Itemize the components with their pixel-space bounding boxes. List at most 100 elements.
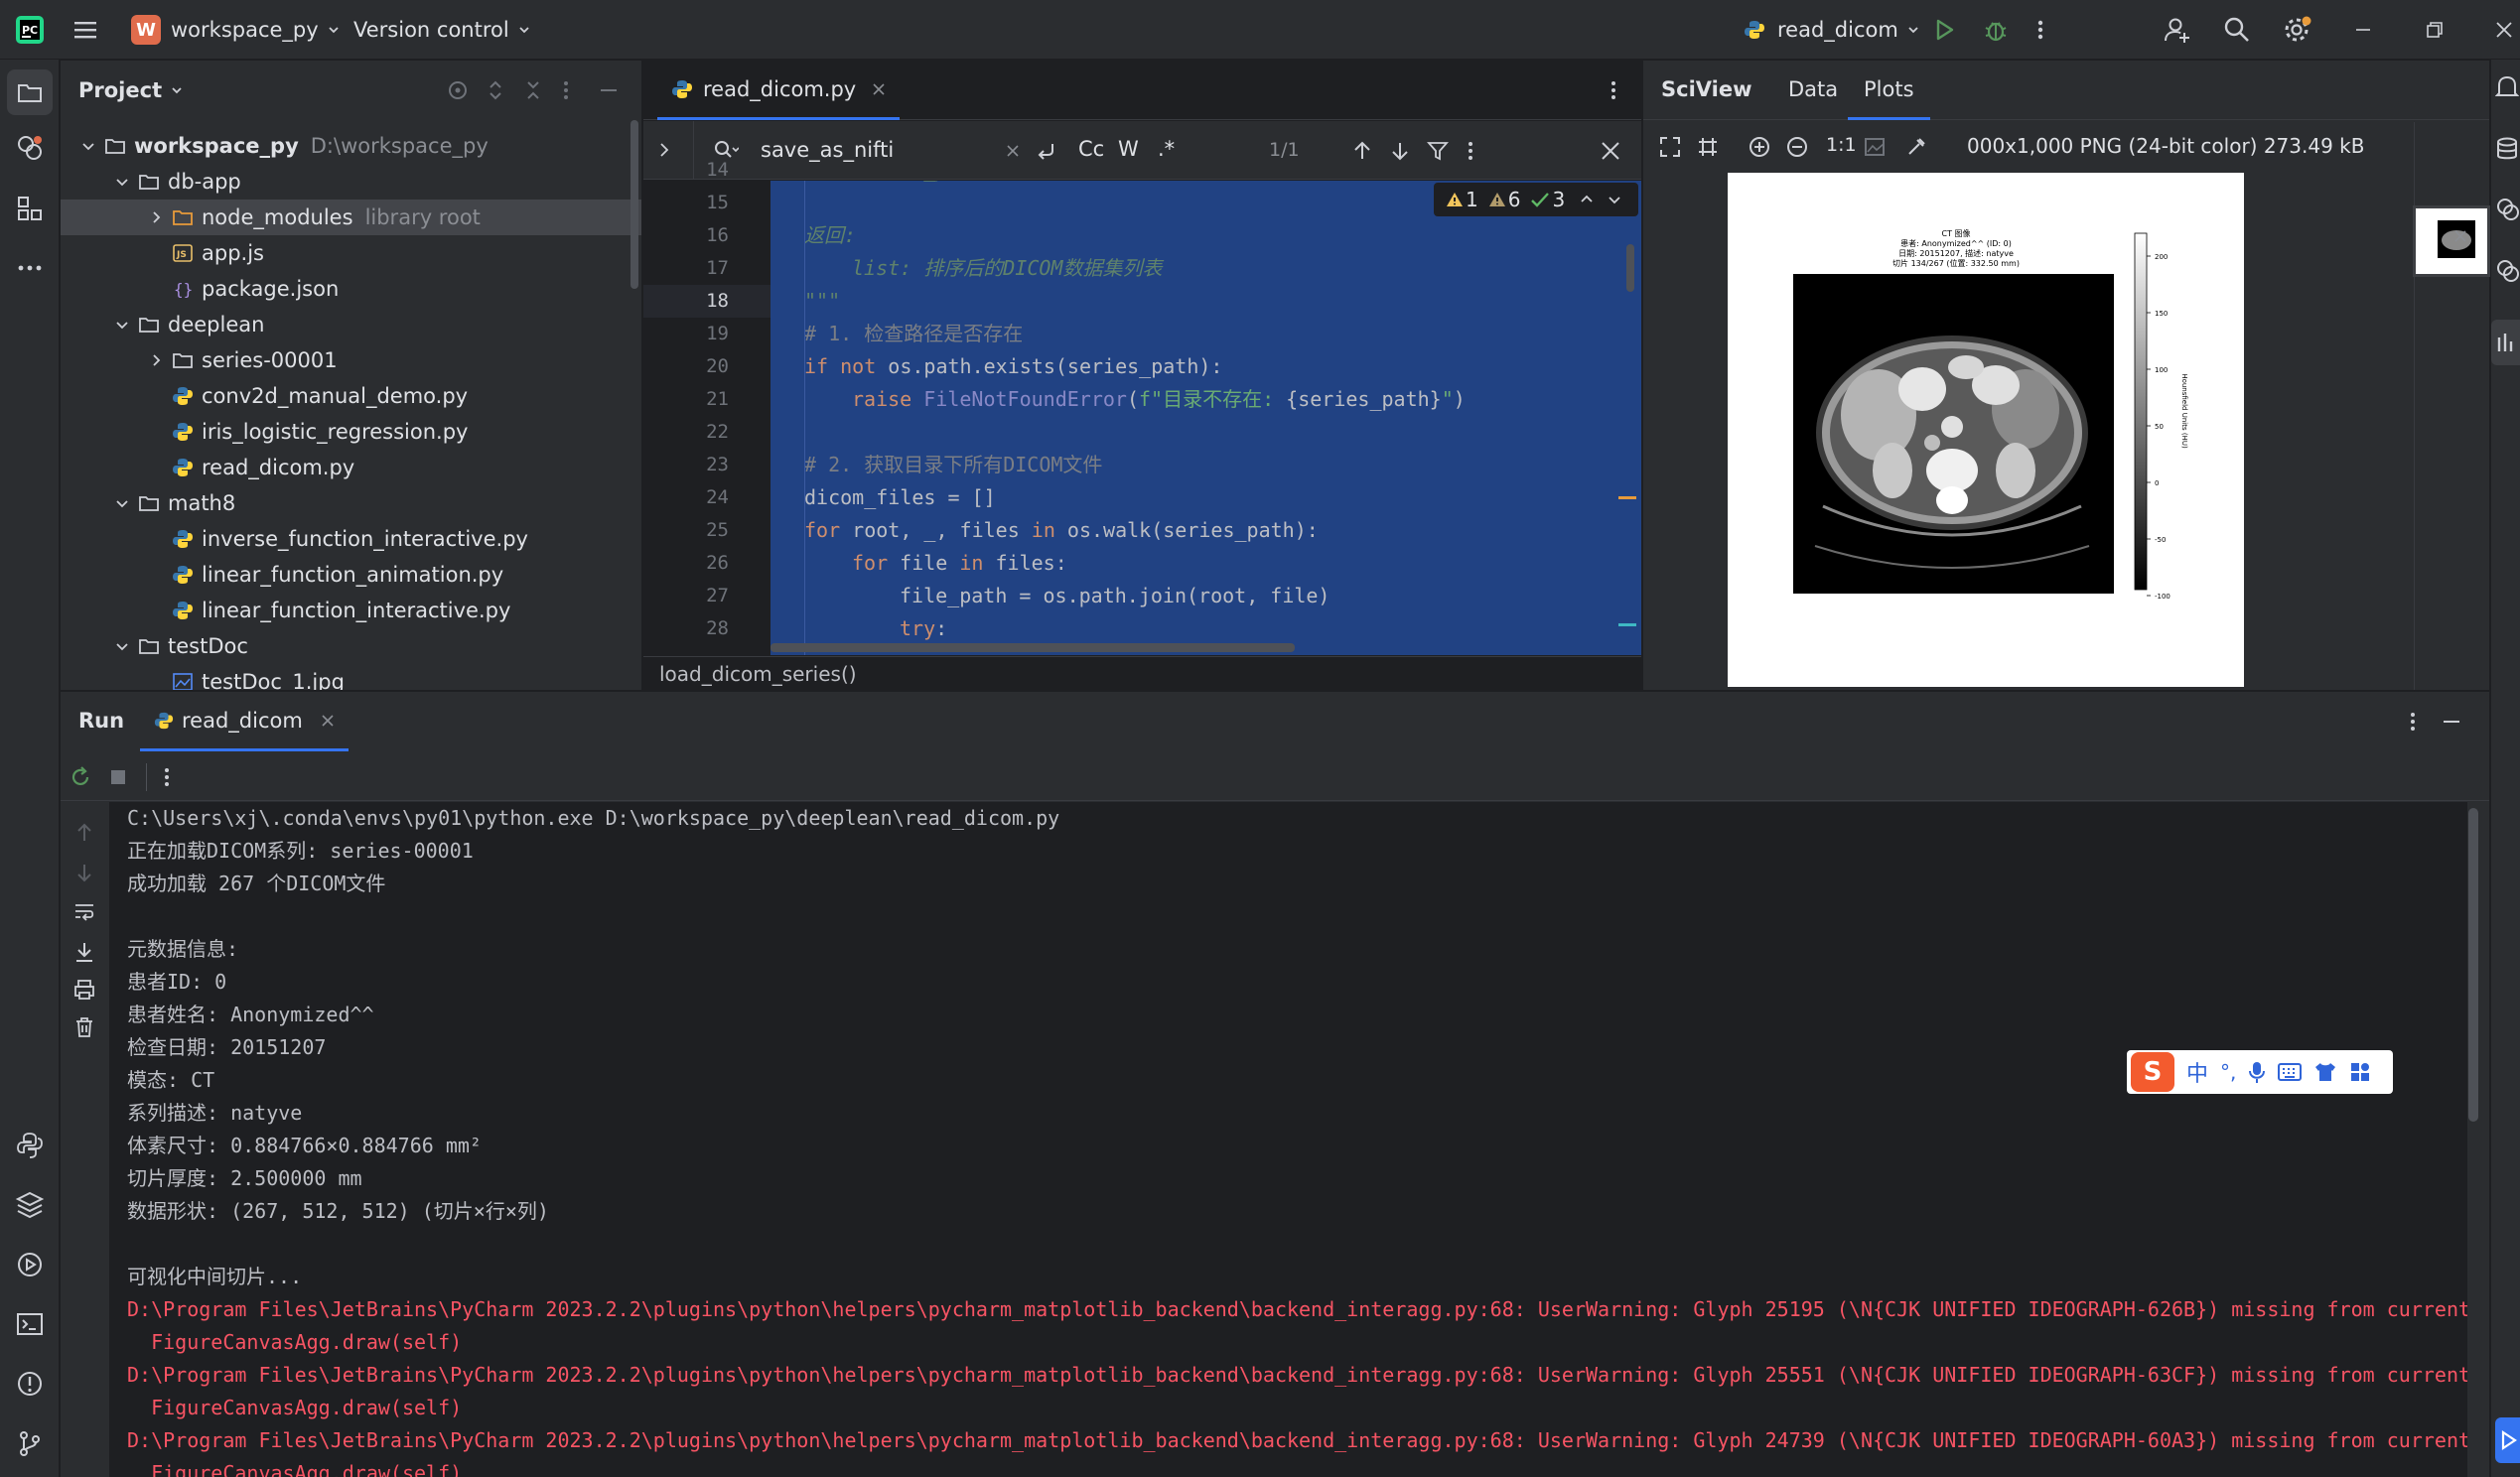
- tab-plots[interactable]: Plots: [1848, 61, 1930, 120]
- chevron-up-icon[interactable]: [1579, 192, 1595, 207]
- background-icon[interactable]: [1864, 136, 1886, 158]
- print-icon[interactable]: [72, 978, 96, 1002]
- filter-icon[interactable]: [1426, 139, 1450, 163]
- tab-read-dicom[interactable]: read_dicom.py: [657, 61, 901, 120]
- tree-item[interactable]: read_dicom.py: [61, 450, 641, 485]
- run-console-output[interactable]: C:\Users\xj\.conda\envs\py01\python.exe …: [109, 802, 2467, 1477]
- error-stripe-mark[interactable]: [1618, 496, 1636, 499]
- chevron-right-icon[interactable]: [148, 352, 164, 368]
- tree-item[interactable]: linear_function_animation.py: [61, 557, 641, 593]
- toolbox-icon[interactable]: [2349, 1061, 2371, 1083]
- more-actions-button[interactable]: [2035, 0, 2045, 60]
- tab-data[interactable]: Data: [1788, 77, 1838, 101]
- close-icon[interactable]: [872, 82, 886, 96]
- chevron-down-icon[interactable]: [80, 138, 96, 154]
- chevron-down-icon[interactable]: [114, 638, 130, 654]
- debug-button[interactable]: [1982, 0, 2010, 60]
- ime-mode[interactable]: 中: [2186, 1056, 2208, 1088]
- project-view-selector[interactable]: Project: [78, 61, 184, 120]
- terminal-icon[interactable]: [14, 1308, 46, 1340]
- soft-wrap-icon[interactable]: [72, 900, 96, 924]
- tree-item[interactable]: linear_function_interactive.py: [61, 593, 641, 628]
- settings-button[interactable]: [2282, 0, 2313, 60]
- ime-toolbar[interactable]: S 中 °,: [2127, 1050, 2393, 1094]
- close-icon[interactable]: [1599, 139, 1622, 163]
- main-menu-icon[interactable]: [71, 0, 99, 60]
- more-vertical-icon[interactable]: [1466, 139, 1475, 163]
- version-control-menu[interactable]: Version control: [353, 0, 531, 60]
- chevron-down-icon[interactable]: [114, 317, 130, 333]
- zoom-in-icon[interactable]: [1749, 136, 1770, 158]
- run-debug-float-button[interactable]: [2495, 1417, 2520, 1463]
- layers-icon[interactable]: [14, 1189, 46, 1221]
- arrow-up-icon[interactable]: [1350, 139, 1374, 163]
- plugin-icon[interactable]: [2495, 195, 2519, 222]
- color-picker-icon[interactable]: [1905, 136, 1927, 158]
- tree-item[interactable]: deeplean: [61, 307, 641, 342]
- tree-item[interactable]: conv2d_manual_demo.py: [61, 378, 641, 414]
- python-packages-icon[interactable]: [14, 132, 46, 164]
- services-icon[interactable]: [14, 1249, 46, 1280]
- clear-search-icon[interactable]: [1005, 143, 1021, 159]
- chevron-down-icon[interactable]: [114, 174, 130, 190]
- close-window-button[interactable]: [2494, 0, 2514, 60]
- more-vertical-icon[interactable]: [561, 78, 571, 102]
- more-vertical-icon[interactable]: [1609, 78, 1618, 102]
- tree-item[interactable]: node_modules library root: [61, 200, 641, 235]
- notifications-icon[interactable]: [2495, 73, 2519, 101]
- tree-item[interactable]: db-app: [61, 164, 641, 200]
- code-editor[interactable]: series_path (str): DICOM系列所在的文件路径返回: list…: [770, 181, 1641, 655]
- more-tools-icon[interactable]: [14, 252, 46, 284]
- scroll-to-end-icon[interactable]: [72, 940, 96, 964]
- close-icon[interactable]: [321, 714, 335, 728]
- match-case-toggle[interactable]: Cc: [1078, 137, 1104, 161]
- expand-all-icon[interactable]: [484, 78, 507, 102]
- tree-item[interactable]: testDoc_1.jpg: [61, 664, 641, 690]
- ai-assistant-icon[interactable]: [2495, 256, 2519, 284]
- tree-item[interactable]: series-00001: [61, 342, 641, 378]
- editor-hscrollbar-thumb[interactable]: [770, 643, 1295, 652]
- tree-item[interactable]: testDoc: [61, 628, 641, 664]
- chevron-right-icon[interactable]: [148, 209, 164, 225]
- search-input[interactable]: [761, 133, 1009, 167]
- tree-item[interactable]: iris_logistic_regression.py: [61, 414, 641, 450]
- plot-image[interactable]: CT 图像 患者: Anonymized^^ (ID: 0) 日期: 20151…: [1728, 173, 2244, 687]
- tree-item[interactable]: {} package.json: [61, 271, 641, 307]
- search-button[interactable]: [2222, 0, 2252, 60]
- run-button[interactable]: [1930, 0, 1958, 60]
- skin-icon[interactable]: [2313, 1061, 2337, 1083]
- tree-item[interactable]: JS app.js: [61, 235, 641, 271]
- sciview-tool-button[interactable]: [2491, 320, 2520, 365]
- minimize-button[interactable]: [2353, 0, 2373, 60]
- scroll-down-icon[interactable]: [72, 861, 96, 884]
- plot-thumbnail[interactable]: [2413, 205, 2490, 277]
- tree-item[interactable]: inverse_function_interactive.py: [61, 521, 641, 557]
- structure-icon[interactable]: [14, 193, 46, 224]
- chevron-down-icon[interactable]: [1607, 192, 1622, 207]
- new-line-icon[interactable]: [1035, 139, 1058, 163]
- close-thumbnail-icon[interactable]: [2453, 229, 2467, 243]
- hide-panel-icon[interactable]: [2440, 710, 2463, 734]
- run-config-selector[interactable]: read_dicom: [1744, 0, 1920, 60]
- stop-icon[interactable]: [106, 765, 130, 789]
- project-switcher[interactable]: W workspace_py: [131, 0, 341, 60]
- git-icon[interactable]: [14, 1427, 46, 1459]
- microphone-icon[interactable]: [2248, 1060, 2266, 1084]
- database-icon[interactable]: [2495, 135, 2519, 163]
- arrow-down-icon[interactable]: [1388, 139, 1412, 163]
- ime-punctuation[interactable]: °,: [2220, 1060, 2236, 1084]
- editor-scrollbar-thumb[interactable]: [1626, 244, 1634, 292]
- locate-icon[interactable]: [446, 78, 470, 102]
- fit-screen-icon[interactable]: [1659, 136, 1681, 158]
- whole-words-toggle[interactable]: W: [1118, 137, 1139, 161]
- more-vertical-icon[interactable]: [162, 765, 172, 789]
- keyboard-icon[interactable]: [2278, 1062, 2303, 1082]
- chevron-down-icon[interactable]: [114, 495, 130, 511]
- hide-panel-icon[interactable]: [597, 78, 621, 102]
- scroll-up-icon[interactable]: [72, 821, 96, 845]
- project-tree-scrollbar[interactable]: [630, 120, 638, 289]
- tab-run-read-dicom[interactable]: read_dicom: [140, 692, 349, 751]
- tree-item[interactable]: workspace_py D:\workspace_py: [61, 128, 641, 164]
- grid-icon[interactable]: [1697, 136, 1719, 158]
- breadcrumb-function[interactable]: load_dicom_series(): [659, 662, 857, 686]
